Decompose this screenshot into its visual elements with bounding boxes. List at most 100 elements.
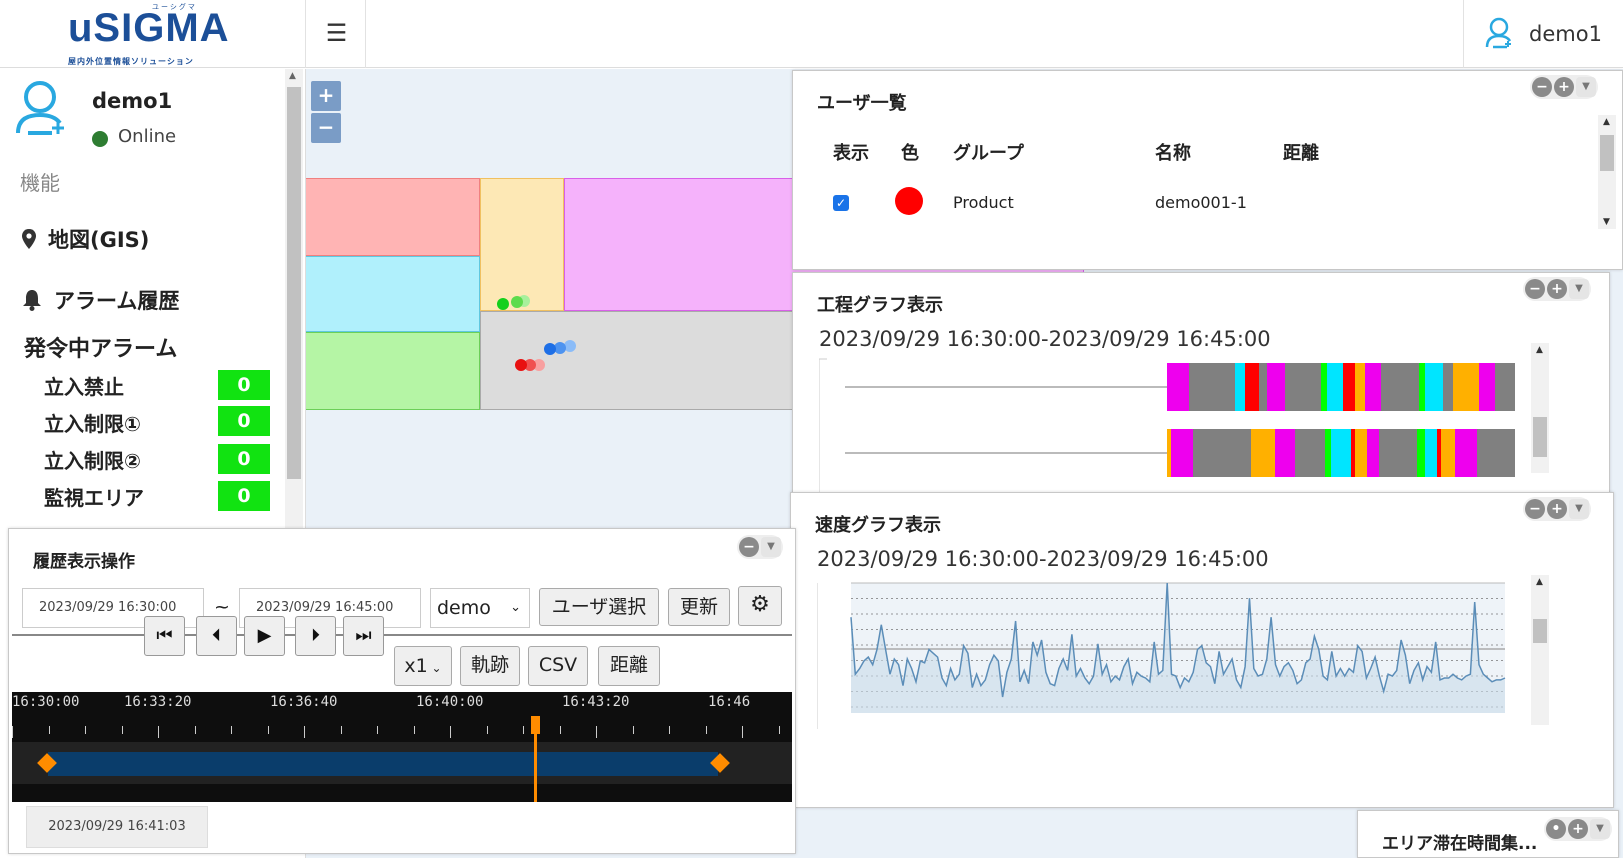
sidebar-item-alarm-history[interactable]: アラーム履歴	[22, 285, 179, 315]
tracker-dot-green[interactable]	[497, 298, 509, 310]
map-marker-icon	[22, 229, 36, 249]
minimize-icon[interactable]: −	[1532, 77, 1552, 97]
hamburger-icon[interactable]: ☰	[308, 0, 366, 68]
user-list-scrollbar[interactable]: ▲ ▼	[1598, 115, 1616, 229]
bell-icon	[23, 290, 41, 311]
zone-cyan[interactable]	[297, 256, 480, 332]
playhead-handle[interactable]	[531, 716, 540, 734]
panel-title: 履歴表示操作	[33, 552, 135, 572]
timeline[interactable]: 16:30:00 16:33:20 16:36:40 16:40:00 16:43:20…	[12, 692, 792, 802]
track-button[interactable]: 軌跡	[460, 646, 520, 686]
chevron-down-icon[interactable]: ▼	[761, 537, 781, 557]
logo[interactable]: ユーシグマ uSIGMA 屋内外位置情報ソリューション	[0, 0, 306, 68]
app-header: ユーシグマ uSIGMA 屋内外位置情報ソリューション ☰ demo1	[0, 0, 1623, 68]
chevron-down-icon: ⌄	[510, 600, 521, 615]
column-header: 色	[901, 143, 919, 164]
panel-title: エリア滞在時間集...	[1382, 834, 1538, 854]
scrollbar-thumb[interactable]	[1600, 135, 1614, 171]
active-alarm-heading: 発令中アラーム	[24, 337, 178, 362]
process-graph-panel: 工程グラフ表示 − + ▼ 2023/09/29 16:30:00-2023/0…	[792, 272, 1610, 498]
speed-value: x1	[404, 655, 428, 677]
panel-controls: − + ▼	[1530, 75, 1598, 99]
alarm-count-badge[interactable]: 0	[218, 406, 270, 436]
process-graph-scrollbar[interactable]: ▲	[1531, 343, 1549, 473]
tracker-dot-red[interactable]	[515, 359, 527, 371]
timeline-tick	[742, 726, 743, 738]
step-back-icon[interactable]: ⏴	[196, 616, 237, 656]
group-cell: Product	[953, 193, 1014, 212]
speed-chart[interactable]	[817, 579, 1517, 729]
divider	[12, 634, 792, 636]
zoom-in-button[interactable]: +	[311, 81, 341, 111]
chevron-down-icon[interactable]: ▼	[1569, 499, 1589, 519]
scroll-up-arrow-icon[interactable]: ▲	[1603, 117, 1610, 127]
zone-yellow[interactable]	[480, 178, 564, 311]
panel-controls: − + ▼	[1523, 497, 1591, 521]
scrollbar-thumb[interactable]	[1533, 417, 1547, 457]
chevron-down-icon[interactable]: ▼	[1576, 77, 1596, 97]
chevron-down-icon: ⌄	[427, 661, 442, 675]
timeline-tick	[195, 726, 196, 734]
minimize-icon[interactable]: −	[1525, 279, 1545, 299]
alarm-label: 監視エリア	[44, 486, 144, 510]
timeline-tick	[779, 726, 780, 734]
column-header: 名称	[1155, 143, 1191, 164]
scroll-up-arrow-icon[interactable]: ▲	[289, 71, 296, 81]
speed-select[interactable]: x1 ⌄	[394, 646, 452, 686]
zone-green[interactable]	[297, 332, 480, 410]
timeline-tick	[268, 726, 269, 734]
name-cell: demo001-1	[1155, 193, 1247, 212]
tracker-dot-green[interactable]	[511, 296, 523, 308]
csv-button[interactable]: CSV	[528, 646, 588, 686]
speed-graph-scrollbar[interactable]: ▲	[1531, 575, 1549, 725]
alarm-count-badge[interactable]: 0	[218, 481, 270, 511]
timeline-time-label: 16:40:00	[416, 694, 484, 710]
zone-red[interactable]	[297, 178, 480, 256]
user-avatar-icon	[16, 81, 64, 135]
maximize-icon[interactable]: +	[1568, 819, 1588, 839]
minimize-icon[interactable]: −	[1525, 499, 1545, 519]
minimize-icon[interactable]: •	[1546, 819, 1566, 839]
skip-to-start-icon[interactable]: ⏮	[144, 616, 185, 656]
refresh-button[interactable]: 更新	[668, 588, 730, 626]
skip-to-end-icon[interactable]: ⏭	[343, 616, 384, 656]
sidebar-scrollbar[interactable]: ▲	[285, 69, 303, 539]
timeline-tick	[487, 726, 488, 734]
maximize-icon[interactable]: +	[1547, 499, 1567, 519]
select-user-button[interactable]: ユーザ選択	[539, 588, 659, 626]
timeline-tick	[560, 726, 561, 734]
sidebar-item-map[interactable]: 地図(GIS)	[22, 224, 149, 254]
process-chart[interactable]	[819, 353, 1579, 493]
scrollbar-thumb[interactable]	[1533, 619, 1547, 643]
scroll-up-arrow-icon[interactable]: ▲	[1536, 345, 1543, 355]
timeline-tick	[122, 726, 123, 734]
area-stay-panel: エリア滞在時間集... • + ▼	[1357, 810, 1619, 858]
gear-icon[interactable]: ⚙	[738, 586, 782, 626]
maximize-icon[interactable]: +	[1554, 77, 1574, 97]
chevron-down-icon[interactable]: ▼	[1569, 279, 1589, 299]
logo-subtitle: 屋内外位置情報ソリューション	[68, 57, 194, 66]
process-bar-row-1	[1167, 363, 1515, 411]
scrollbar-thumb[interactable]	[287, 87, 301, 479]
zoom-out-button[interactable]: −	[311, 113, 341, 143]
play-icon[interactable]: ▶	[244, 616, 285, 656]
timeline-tick	[450, 726, 451, 738]
current-time-display: 2023/09/29 16:41:03	[26, 806, 208, 848]
profile-name: demo1	[92, 89, 173, 113]
scroll-down-arrow-icon[interactable]: ▼	[1603, 217, 1610, 227]
visibility-checkbox[interactable]: ✓	[833, 195, 849, 211]
user-menu[interactable]: demo1	[1463, 0, 1623, 68]
alarm-count-badge[interactable]: 0	[218, 370, 270, 400]
tracker-dot-blue[interactable]	[544, 343, 556, 355]
timeline-range-bar[interactable]	[48, 752, 718, 776]
distance-button[interactable]: 距離	[598, 646, 660, 686]
step-forward-icon[interactable]: ⏵	[295, 616, 336, 656]
process-bar-row-2	[1167, 429, 1515, 477]
alarm-count-badge[interactable]: 0	[218, 444, 270, 474]
maximize-icon[interactable]: +	[1547, 279, 1567, 299]
user-icon	[1485, 17, 1512, 49]
scroll-up-arrow-icon[interactable]: ▲	[1536, 577, 1543, 587]
user-group-select[interactable]: demo ⌄	[430, 588, 530, 628]
chevron-down-icon[interactable]: ▼	[1590, 819, 1610, 839]
minimize-icon[interactable]: −	[739, 537, 759, 557]
